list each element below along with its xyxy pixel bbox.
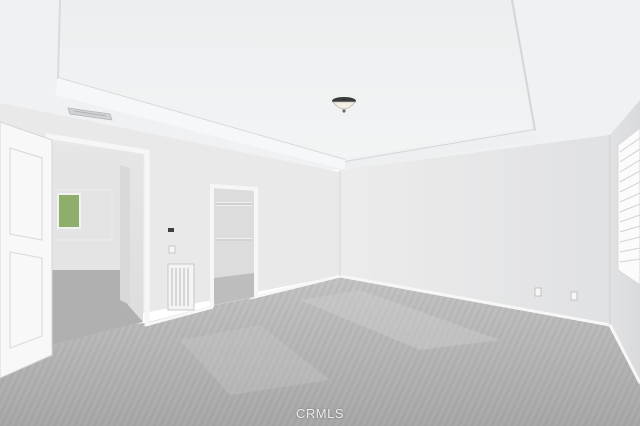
doorway-adjoining-room [51,143,143,345]
wall-outlet [168,245,176,254]
return-air-vent [167,263,195,311]
back-wall-outlet-2 [570,291,578,301]
open-door [0,121,53,379]
closet-doorway [214,188,254,305]
wall-switch [168,228,174,232]
back-wall-outlet [534,287,542,297]
adjoining-window [57,193,81,229]
watermark-text: CRMLS [295,406,344,421]
empty-bedroom-photo: CRMLS [0,0,640,426]
window-with-blinds [617,127,640,286]
